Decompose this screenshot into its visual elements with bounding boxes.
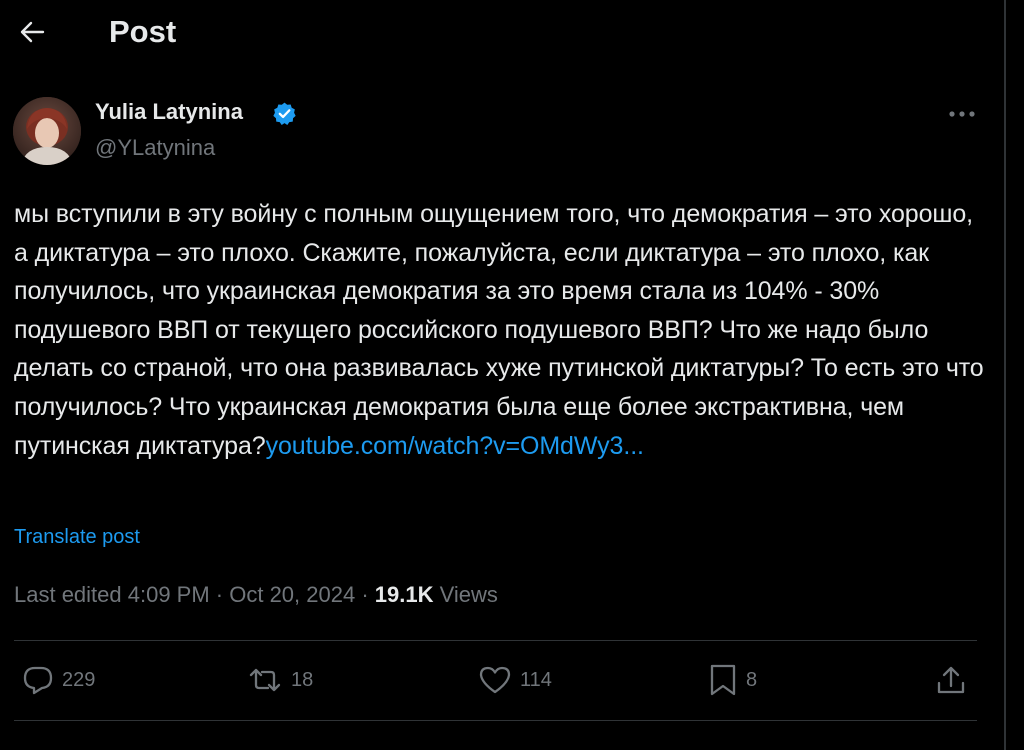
post-detail-page: Post Yulia Latynina @YLatynina мы вступи… (0, 0, 1024, 750)
post-meta: Last edited 4:09 PM · Oct 20, 2024 · 19.… (14, 580, 498, 610)
bookmark-button[interactable]: 8 (708, 660, 757, 700)
header: Post (0, 0, 1004, 66)
edited-timestamp[interactable]: Last edited 4:09 PM · Oct 20, 2024 · (14, 582, 369, 607)
back-button[interactable] (14, 14, 50, 50)
author-handle[interactable]: @YLatynina (95, 134, 215, 162)
repost-button[interactable]: 18 (247, 660, 313, 700)
reply-count: 229 (62, 669, 96, 691)
reply-icon (22, 665, 54, 695)
share-button[interactable] (935, 660, 967, 700)
like-count: 114 (520, 669, 552, 691)
avatar[interactable] (13, 97, 81, 165)
repost-count: 18 (291, 669, 314, 691)
heart-icon (478, 665, 512, 695)
post-link[interactable]: youtube.com/watch?v=OMdWy3... (266, 432, 644, 460)
views-label: Views (439, 582, 498, 607)
arrow-left-icon (19, 21, 45, 43)
verified-badge-icon (272, 101, 297, 126)
more-horizontal-icon (948, 110, 976, 118)
share-icon (935, 664, 967, 696)
bookmark-icon (708, 663, 738, 697)
divider (14, 640, 977, 641)
reply-button[interactable]: 229 (22, 660, 95, 700)
post-body: мы вступили в эту войну с полным ощущени… (14, 200, 984, 460)
repost-icon (247, 666, 283, 694)
like-button[interactable]: 114 (478, 660, 552, 700)
column-border (1004, 0, 1006, 750)
translate-post-link[interactable]: Translate post (14, 524, 140, 550)
views-count: 19.1K (374, 582, 434, 607)
page-title: Post (109, 14, 177, 49)
divider (14, 720, 977, 721)
more-options-button[interactable] (944, 102, 980, 126)
post-text: мы вступили в эту войну с полным ощущени… (14, 195, 989, 465)
author-name[interactable]: Yulia Latynina (95, 98, 243, 126)
bookmark-count: 8 (746, 669, 758, 691)
